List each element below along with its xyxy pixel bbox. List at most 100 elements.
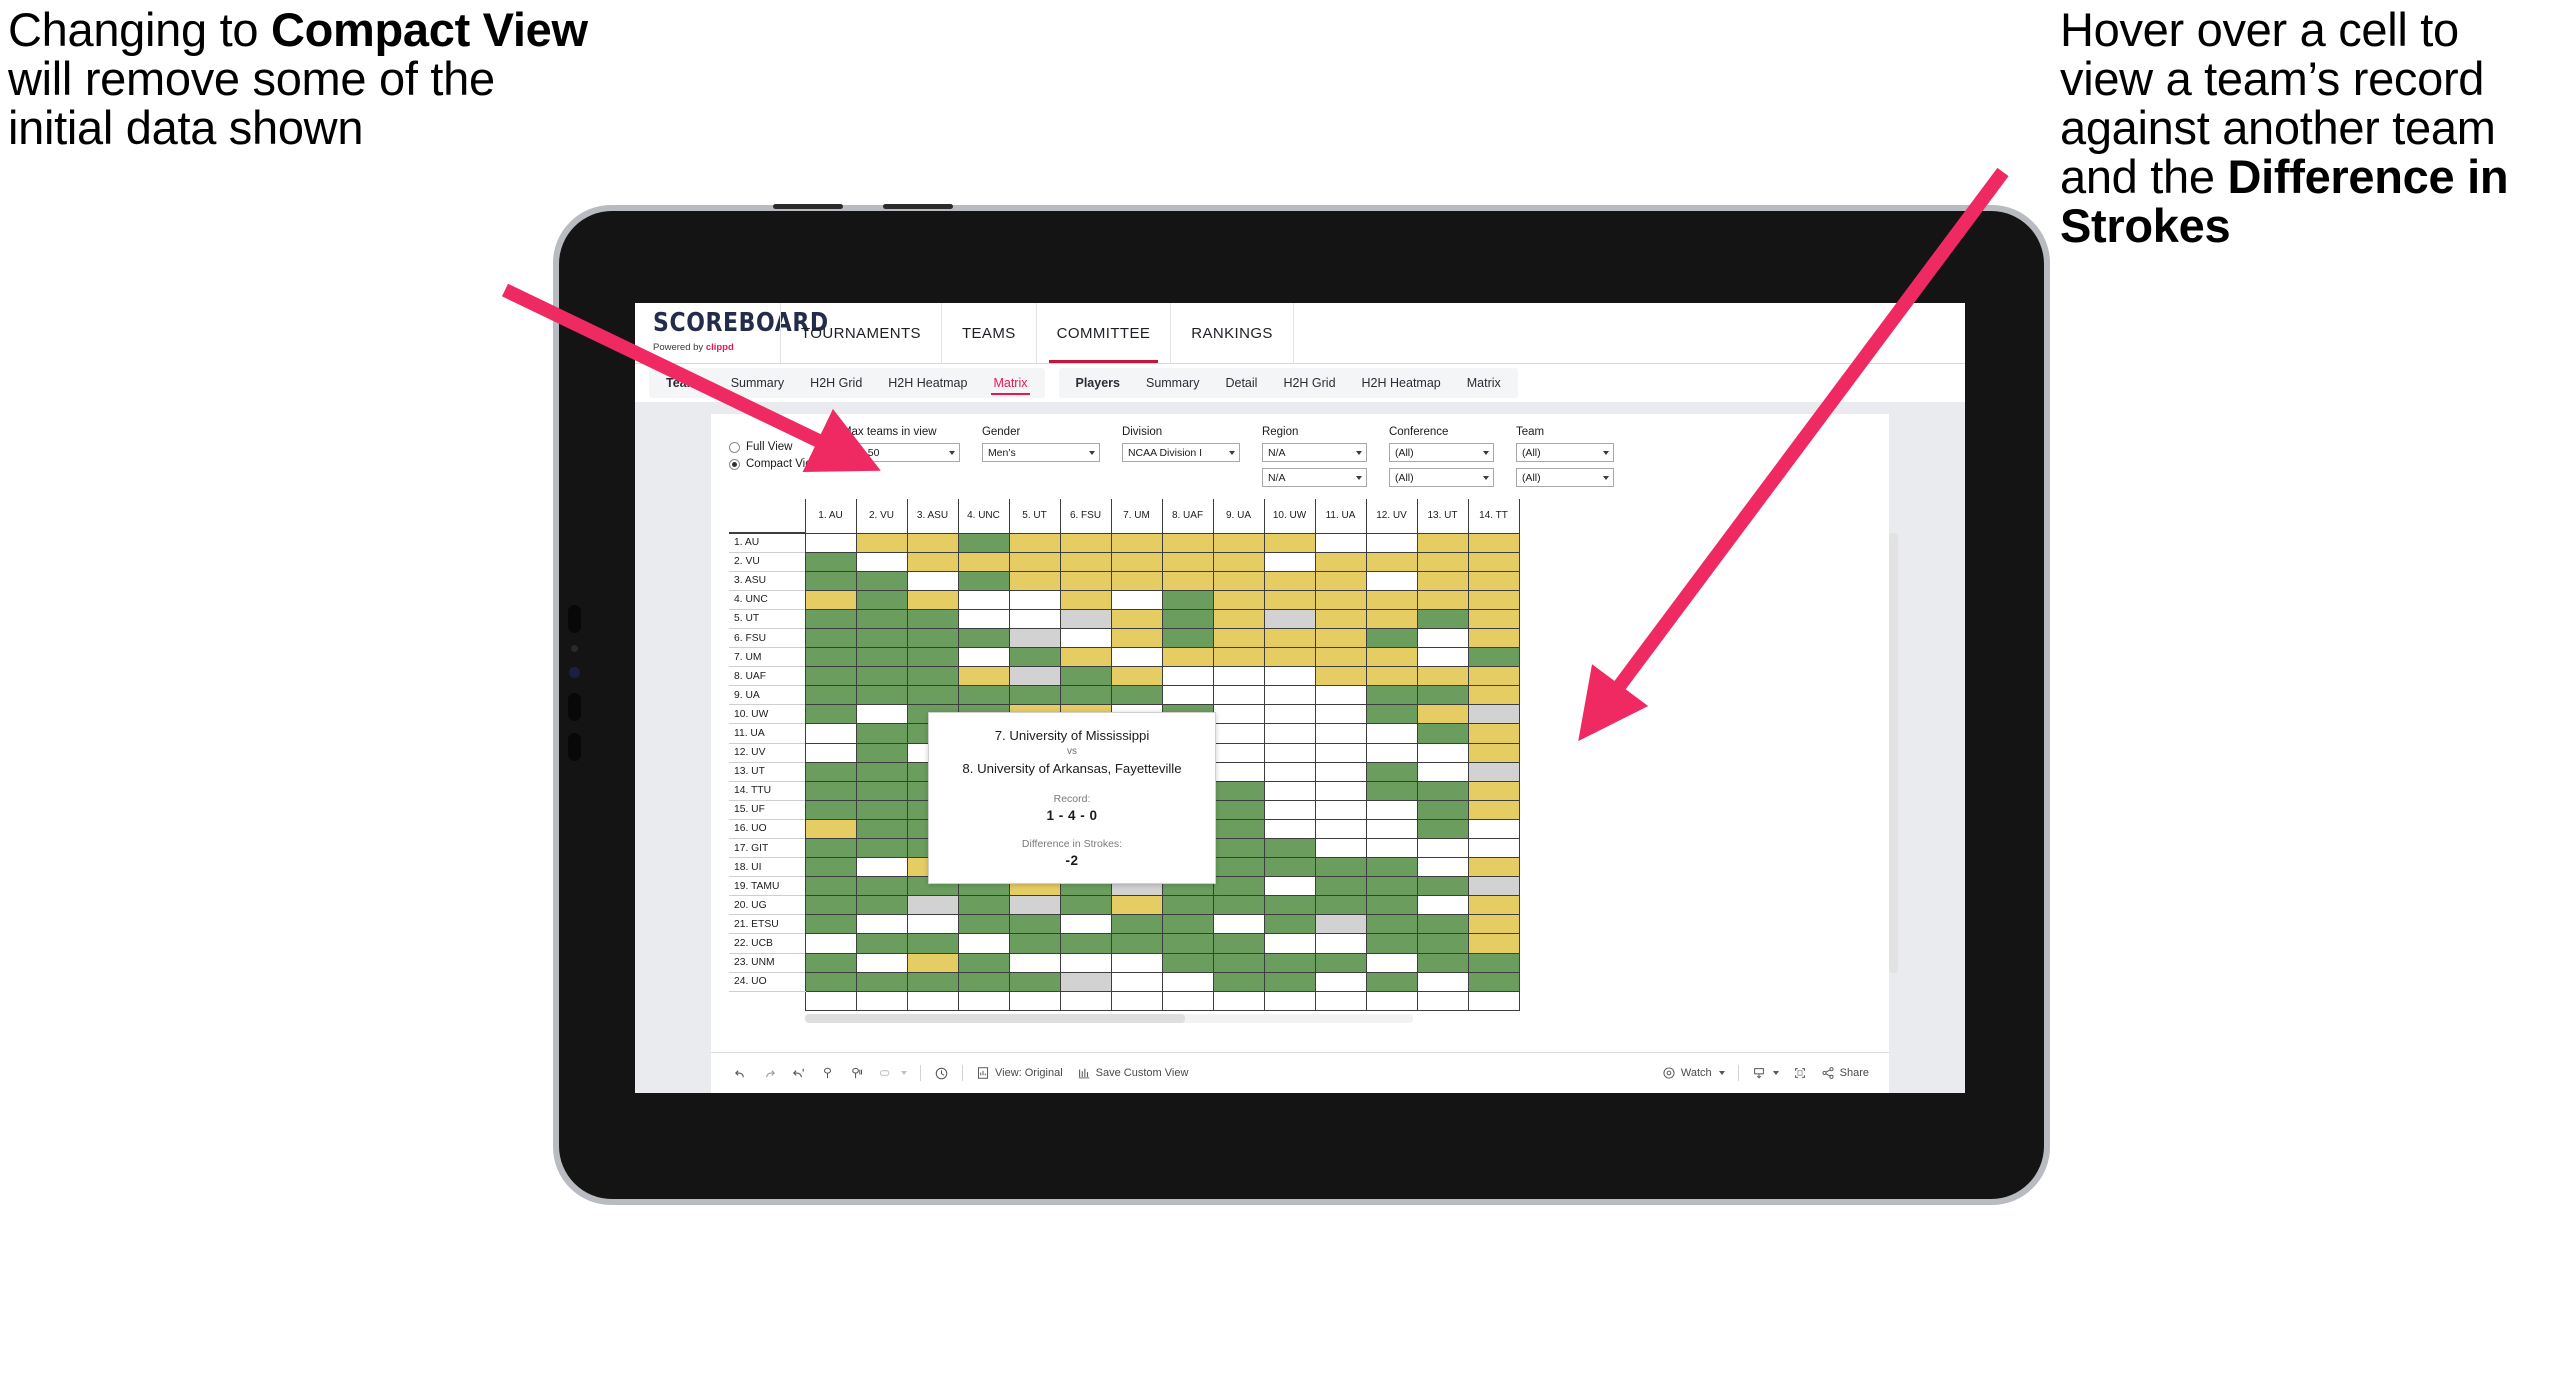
matrix-cell[interactable]: [1059, 933, 1112, 954]
matrix-cell[interactable]: [1467, 895, 1520, 916]
nav-item-committee[interactable]: COMMITTEE: [1035, 303, 1171, 363]
matrix-cell[interactable]: [1365, 589, 1418, 610]
subnav-item-h2h-grid[interactable]: H2H Grid: [797, 368, 875, 398]
revert-button[interactable]: [791, 1066, 806, 1081]
matrix-cell[interactable]: [1467, 723, 1520, 744]
matrix-horizontal-scrollbar-thumb[interactable]: [805, 1013, 1185, 1023]
matrix-cell[interactable]: [1416, 723, 1469, 744]
matrix-row-header[interactable]: 24. UO: [729, 971, 806, 992]
matrix-cell[interactable]: [1467, 685, 1520, 706]
matrix-cell[interactable]: [1314, 857, 1367, 878]
matrix-cell[interactable]: [1416, 666, 1469, 687]
matrix-cell[interactable]: [1314, 914, 1367, 935]
matrix-cell[interactable]: [1365, 742, 1418, 763]
matrix-column-header[interactable]: 11. UA: [1314, 499, 1367, 533]
matrix-cell[interactable]: [906, 971, 959, 992]
save-custom-view-button[interactable]: Save Custom View: [1077, 1066, 1188, 1080]
matrix-cell[interactable]: [855, 933, 908, 954]
matrix-cell[interactable]: [1365, 532, 1418, 553]
matrix-cell[interactable]: [1263, 933, 1316, 954]
matrix-cell[interactable]: [1161, 647, 1214, 668]
matrix-cell[interactable]: [906, 627, 959, 649]
matrix-cell[interactable]: [1314, 971, 1367, 992]
matrix-cell[interactable]: [1110, 895, 1163, 916]
matrix-cell[interactable]: [1467, 589, 1520, 610]
matrix-cell[interactable]: [855, 704, 908, 725]
matrix-cell[interactable]: [804, 704, 857, 725]
matrix-cell[interactable]: [1161, 532, 1214, 553]
matrix-cell[interactable]: [1059, 895, 1112, 916]
filter-region-select-2[interactable]: N/A: [1261, 468, 1367, 487]
subnav-item-h2h-heatmap[interactable]: H2H Heatmap: [875, 368, 980, 398]
matrix-cell[interactable]: [906, 895, 959, 916]
matrix-cell[interactable]: [804, 799, 857, 820]
matrix-cell[interactable]: [1467, 627, 1520, 649]
matrix-vertical-scrollbar[interactable]: [1889, 533, 1898, 973]
matrix-cell[interactable]: [855, 551, 908, 572]
matrix-cell[interactable]: [1416, 608, 1469, 629]
matrix-cell[interactable]: [957, 666, 1010, 687]
matrix-cell[interactable]: [1263, 876, 1316, 897]
matrix-cell[interactable]: [1212, 627, 1265, 649]
matrix-cell[interactable]: [1008, 551, 1061, 572]
matrix-cell[interactable]: [906, 933, 959, 954]
matrix-cell[interactable]: [1212, 818, 1265, 840]
matrix-cell[interactable]: [1263, 895, 1316, 916]
tablet-button-bottom[interactable]: [568, 733, 581, 761]
subnav-item-h2h-grid[interactable]: H2H Grid: [1270, 368, 1348, 398]
view-original-button[interactable]: View: Original: [976, 1066, 1063, 1080]
matrix-cell[interactable]: [1314, 704, 1367, 725]
matrix-cell[interactable]: [1467, 780, 1520, 801]
matrix-cell[interactable]: [804, 857, 857, 878]
matrix-cell[interactable]: [1212, 914, 1265, 935]
matrix-cell[interactable]: [804, 627, 857, 649]
matrix-cell[interactable]: [1212, 570, 1265, 591]
matrix-cell[interactable]: [1110, 589, 1163, 610]
matrix-row-header[interactable]: 14. TTU: [729, 780, 806, 801]
matrix-cell[interactable]: [906, 551, 959, 572]
matrix-cell[interactable]: [1467, 818, 1520, 840]
matrix-cell[interactable]: [906, 952, 959, 973]
matrix-cell[interactable]: [804, 837, 857, 859]
matrix-cell[interactable]: [1263, 971, 1316, 992]
matrix-cell[interactable]: [1008, 589, 1061, 610]
matrix-cell[interactable]: [1365, 551, 1418, 572]
matrix-cell[interactable]: [855, 818, 908, 840]
matrix-row-header[interactable]: 23. UNM: [729, 952, 806, 973]
matrix-cell[interactable]: [1263, 589, 1316, 610]
matrix-cell[interactable]: [1110, 666, 1163, 687]
matrix-row-header[interactable]: 11. UA: [729, 723, 806, 744]
matrix-cell[interactable]: [1416, 589, 1469, 610]
matrix-cell[interactable]: [1110, 685, 1163, 706]
matrix-cell[interactable]: [1263, 704, 1316, 725]
matrix-cell[interactable]: [1263, 685, 1316, 706]
matrix-cell[interactable]: [1212, 837, 1265, 859]
matrix-cell[interactable]: [1008, 666, 1061, 687]
matrix-cell[interactable]: [1263, 914, 1316, 935]
watch-button[interactable]: Watch: [1662, 1066, 1725, 1080]
matrix-cell[interactable]: [855, 742, 908, 763]
matrix-row-header[interactable]: 1. AU: [729, 531, 806, 553]
matrix-cell[interactable]: [1365, 818, 1418, 840]
matrix-cell[interactable]: [1416, 933, 1469, 954]
matrix-column-header[interactable]: 1. AU: [804, 499, 857, 533]
matrix-cell[interactable]: [1263, 742, 1316, 763]
matrix-cell[interactable]: [1416, 647, 1469, 668]
matrix-cell[interactable]: [957, 647, 1010, 668]
matrix-cell[interactable]: [1416, 857, 1469, 878]
matrix-cell[interactable]: [1161, 666, 1214, 687]
matrix-cell[interactable]: [1416, 685, 1469, 706]
matrix-cell[interactable]: [1365, 666, 1418, 687]
highlight-button[interactable]: [878, 1066, 907, 1081]
radio-compact-view[interactable]: Compact View: [729, 458, 820, 470]
matrix-cell[interactable]: [1314, 685, 1367, 706]
matrix-cell[interactable]: [855, 627, 908, 649]
matrix-cell[interactable]: [855, 876, 908, 897]
matrix-row-header[interactable]: 13. UT: [729, 761, 806, 782]
matrix-cell[interactable]: [1161, 570, 1214, 591]
matrix-cell[interactable]: [1161, 551, 1214, 572]
matrix-cell[interactable]: [1314, 818, 1367, 840]
matrix-cell[interactable]: [906, 589, 959, 610]
matrix-cell[interactable]: [1416, 551, 1469, 572]
matrix-cell[interactable]: [957, 570, 1010, 591]
